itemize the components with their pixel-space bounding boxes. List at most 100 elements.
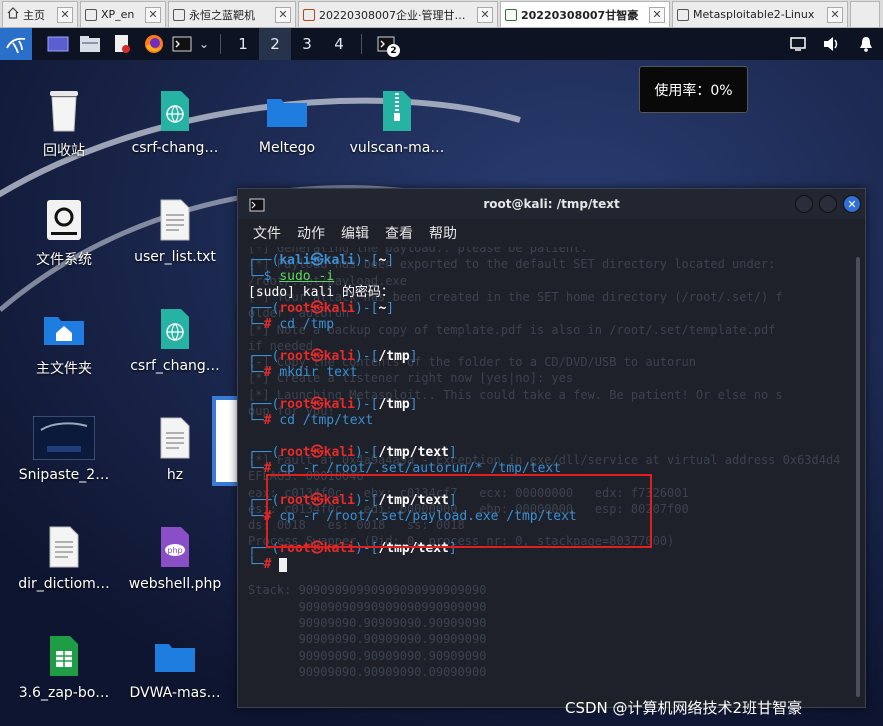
scrollbar-thumb[interactable] bbox=[856, 257, 860, 697]
close-tab-icon[interactable]: ✕ bbox=[477, 6, 493, 23]
prompt-header: ┌──(root㉿kali)-[/tmp] bbox=[248, 349, 418, 364]
window-count-badge: 2 bbox=[387, 44, 400, 57]
desktop-icon-filesystem[interactable]: 文件系统 bbox=[12, 191, 116, 269]
volume-icon[interactable] bbox=[815, 28, 849, 60]
display-icon[interactable] bbox=[781, 28, 815, 60]
csdn-watermark: CSDN @计算机网络技术2班甘智豪 bbox=[565, 699, 803, 717]
minimize-button[interactable] bbox=[795, 195, 813, 213]
browser-tab-active[interactable]: 20220308007甘智豪 ✕ bbox=[500, 1, 670, 27]
browser-tab[interactable]: 20220308007企业·管理甘智豪 ✕ bbox=[298, 1, 498, 27]
desktop-icon-label: user_list.txt bbox=[134, 249, 216, 265]
menu-actions[interactable]: 动作 bbox=[297, 223, 325, 243]
browser-tab[interactable]: Metasploitable2-Linux ✕ bbox=[672, 1, 848, 27]
workspace-3[interactable]: 3 bbox=[291, 28, 323, 60]
prompt-header: ┌──(root㉿kali)-[/tmp] bbox=[248, 397, 418, 412]
command-line: └─# mkdir text bbox=[248, 365, 358, 380]
desktop-icon-webshell[interactable]: php webshell.php bbox=[123, 518, 227, 592]
browser-tab-label: Metasploitable2-Linux bbox=[693, 8, 815, 21]
home-icon bbox=[7, 7, 19, 22]
terminal-window-icon[interactable]: 2 bbox=[368, 28, 404, 60]
ghost-text-line: 90909090.90909090.90909090 bbox=[248, 648, 487, 663]
show-desktop-icon[interactable] bbox=[42, 28, 74, 60]
html-file-icon bbox=[159, 82, 191, 140]
svg-text:php: php bbox=[167, 546, 182, 555]
close-button[interactable]: ✕ bbox=[843, 195, 861, 213]
desktop-icon-label: webshell.php bbox=[128, 576, 222, 592]
desktop-icon-dvwa[interactable]: DVWA-mas… bbox=[123, 627, 227, 701]
desktop-icon-vulscan[interactable]: vulscan-ma… bbox=[345, 82, 449, 156]
menu-file[interactable]: 文件 bbox=[253, 223, 281, 243]
notifications-icon[interactable] bbox=[849, 28, 883, 60]
desktop-icon-zap[interactable]: 3.6_zap-bo… bbox=[12, 627, 116, 701]
browser-tab-label: 主页 bbox=[23, 8, 45, 22]
terminal-icon[interactable] bbox=[170, 28, 194, 60]
browser-tab-strip: 主页 ✕ XP_en ✕ 永恒之蓝靶机 ✕ 20220308007企业·管理甘智… bbox=[0, 0, 883, 28]
terminal-title: root@kali: /tmp/text bbox=[483, 197, 620, 211]
text-file-icon bbox=[159, 191, 191, 249]
menu-help[interactable]: 帮助 bbox=[429, 223, 457, 243]
prompt-header: ┌──(root㉿kali)-[/tmp/text] bbox=[248, 445, 457, 460]
workspace-2[interactable]: 2 bbox=[259, 28, 291, 60]
top-panel: ⌄ 1 2 3 4 2 bbox=[0, 28, 883, 60]
text-file-icon bbox=[159, 409, 191, 467]
cpu-usage-popup: 使用率：0% bbox=[639, 66, 748, 113]
close-tab-icon[interactable]: ✕ bbox=[57, 6, 73, 23]
desktop-icon-csrf-2[interactable]: csrf_chang… bbox=[123, 300, 227, 374]
desktop-icon-trash[interactable]: 回收站 bbox=[12, 82, 116, 160]
command-line: └─# cd /tmp/text bbox=[248, 413, 374, 428]
desktop-icon-label: DVWA-mas… bbox=[129, 685, 221, 701]
workspace-4[interactable]: 4 bbox=[323, 28, 355, 60]
highlight-annotation-box bbox=[266, 474, 652, 548]
desktop-icon-label: Meltego bbox=[258, 140, 316, 156]
close-tab-icon[interactable]: ✕ bbox=[827, 6, 843, 23]
html-file-icon bbox=[159, 300, 191, 358]
desktop-icon-label: 文件系统 bbox=[36, 252, 92, 268]
browser-tab-overflow[interactable] bbox=[850, 1, 880, 27]
close-tab-icon[interactable]: ✕ bbox=[145, 6, 161, 23]
close-tab-icon[interactable]: ✕ bbox=[275, 6, 291, 23]
vm-icon bbox=[677, 8, 689, 21]
desktop-icon-label: dir_dictiom… bbox=[18, 576, 110, 592]
terminal-window[interactable]: root@kali: /tmp/text ✕ 文件 动作 编辑 查看 帮助 [*… bbox=[237, 188, 866, 708]
workspace-1[interactable]: 1 bbox=[227, 28, 259, 60]
desktop-icon-label: csrf_chang… bbox=[130, 358, 220, 374]
desktop-icon-label: Snipaste_2… bbox=[18, 467, 110, 483]
desktop-icon-snipaste[interactable]: Snipaste_2… bbox=[12, 409, 116, 483]
browser-tab-label: XP_en bbox=[101, 8, 135, 21]
menu-view[interactable]: 查看 bbox=[385, 223, 413, 243]
command-line: └─# bbox=[248, 557, 288, 573]
drive-icon bbox=[45, 191, 83, 249]
firefox-icon[interactable] bbox=[138, 28, 170, 60]
close-tab-icon[interactable]: ✕ bbox=[649, 6, 665, 23]
php-file-icon: php bbox=[159, 518, 191, 576]
desktop-icon-csrf-1[interactable]: csrf-chang… bbox=[123, 82, 227, 156]
text-editor-icon[interactable] bbox=[106, 28, 138, 60]
vm-icon bbox=[303, 8, 315, 21]
desktop-icon-user-list[interactable]: user_list.txt bbox=[123, 191, 227, 265]
maximize-button[interactable] bbox=[819, 195, 837, 213]
sudo-password-prompt: [sudo] kali 的密码： bbox=[248, 285, 394, 300]
browser-tab-label: 永恒之蓝靶机 bbox=[189, 8, 255, 22]
spreadsheet-icon bbox=[48, 627, 80, 685]
terminal-titlebar[interactable]: root@kali: /tmp/text ✕ bbox=[238, 189, 865, 219]
desktop-icon-home[interactable]: 主文件夹 bbox=[12, 300, 116, 378]
trash-icon bbox=[47, 82, 81, 140]
folder-icon bbox=[153, 627, 197, 685]
browser-tab[interactable]: XP_en ✕ bbox=[80, 1, 166, 27]
panel-separator bbox=[220, 34, 221, 54]
desktop-icon-meltego[interactable]: Meltego bbox=[235, 82, 339, 156]
panel-separator bbox=[361, 34, 362, 54]
file-manager-icon[interactable] bbox=[74, 28, 106, 60]
vm-icon bbox=[505, 8, 517, 21]
chevron-down-icon[interactable]: ⌄ bbox=[194, 28, 214, 60]
menu-edit[interactable]: 编辑 bbox=[341, 223, 369, 243]
browser-tab[interactable]: 永恒之蓝靶机 ✕ bbox=[168, 1, 296, 27]
terminal-menubar: 文件 动作 编辑 查看 帮助 bbox=[238, 219, 865, 247]
image-file-icon bbox=[33, 409, 95, 467]
desktop-icon-label: vulscan-ma… bbox=[349, 140, 445, 156]
kali-menu-icon[interactable] bbox=[0, 28, 32, 60]
browser-tab[interactable]: 主页 ✕ bbox=[2, 1, 78, 27]
terminal-scrollbar[interactable] bbox=[851, 247, 865, 707]
ghost-text-line: 90909090.90909090.90909090 bbox=[248, 632, 487, 647]
desktop-icon-dir-dict[interactable]: dir_dictiom… bbox=[12, 518, 116, 592]
